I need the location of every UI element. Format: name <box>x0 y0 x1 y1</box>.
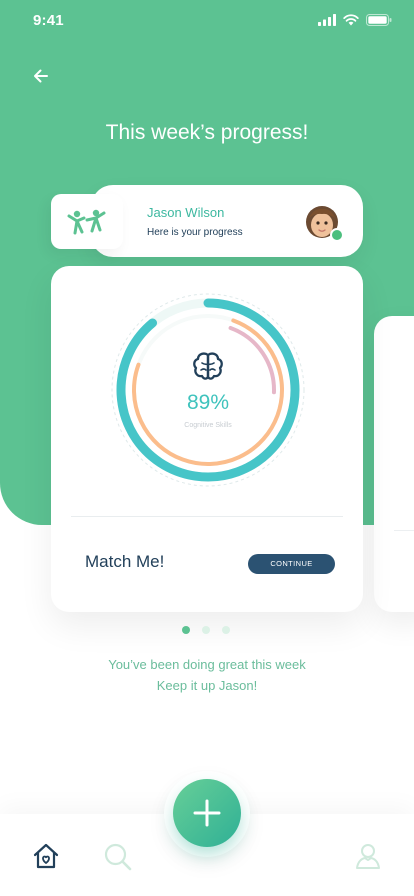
back-arrow-icon[interactable] <box>30 65 52 87</box>
progress-ring <box>111 293 305 487</box>
continue-button[interactable]: CONTINUE <box>248 554 335 574</box>
pagination-dots <box>182 626 230 634</box>
peek-card-divider <box>394 530 414 531</box>
wifi-icon <box>343 14 359 26</box>
battery-icon <box>366 14 392 26</box>
page-title: This week’s progress! <box>105 121 309 144</box>
game-name: Match Me! <box>85 552 165 571</box>
status-time: 9:41 <box>33 12 64 29</box>
brain-icon <box>193 352 223 380</box>
card-divider <box>71 516 343 517</box>
app-logo <box>51 194 123 249</box>
encouragement-line-1: You’ve been doing great this week <box>108 657 306 672</box>
progress-card: 89% Cognitive Skills Match Me! CONTINUE <box>51 266 363 612</box>
page-dot[interactable] <box>222 626 230 634</box>
progress-percent: 89% <box>186 391 230 414</box>
page-dot[interactable] <box>182 626 190 634</box>
online-status-dot <box>330 228 344 242</box>
encouragement-line-2: Keep it up Jason! <box>156 678 258 693</box>
profile-card[interactable]: Jason Wilson Here is your progress <box>91 185 363 257</box>
kids-logo-icon <box>67 209 106 234</box>
status-bar: 9:41 <box>0 0 414 44</box>
signal-icon <box>318 14 336 26</box>
home-icon[interactable] <box>32 842 60 870</box>
progress-arc-outer <box>116 298 300 482</box>
page-dot[interactable] <box>202 626 210 634</box>
plus-icon <box>193 799 221 827</box>
user-name: Jason Wilson <box>147 205 225 220</box>
user-subtitle: Here is your progress <box>147 227 243 238</box>
search-icon[interactable] <box>103 842 133 872</box>
add-button[interactable] <box>173 779 241 847</box>
next-progress-card[interactable] <box>374 316 414 612</box>
profile-icon[interactable] <box>355 842 381 870</box>
skill-label: Cognitive Skills <box>184 422 232 429</box>
progress-arc-inner <box>228 325 276 395</box>
